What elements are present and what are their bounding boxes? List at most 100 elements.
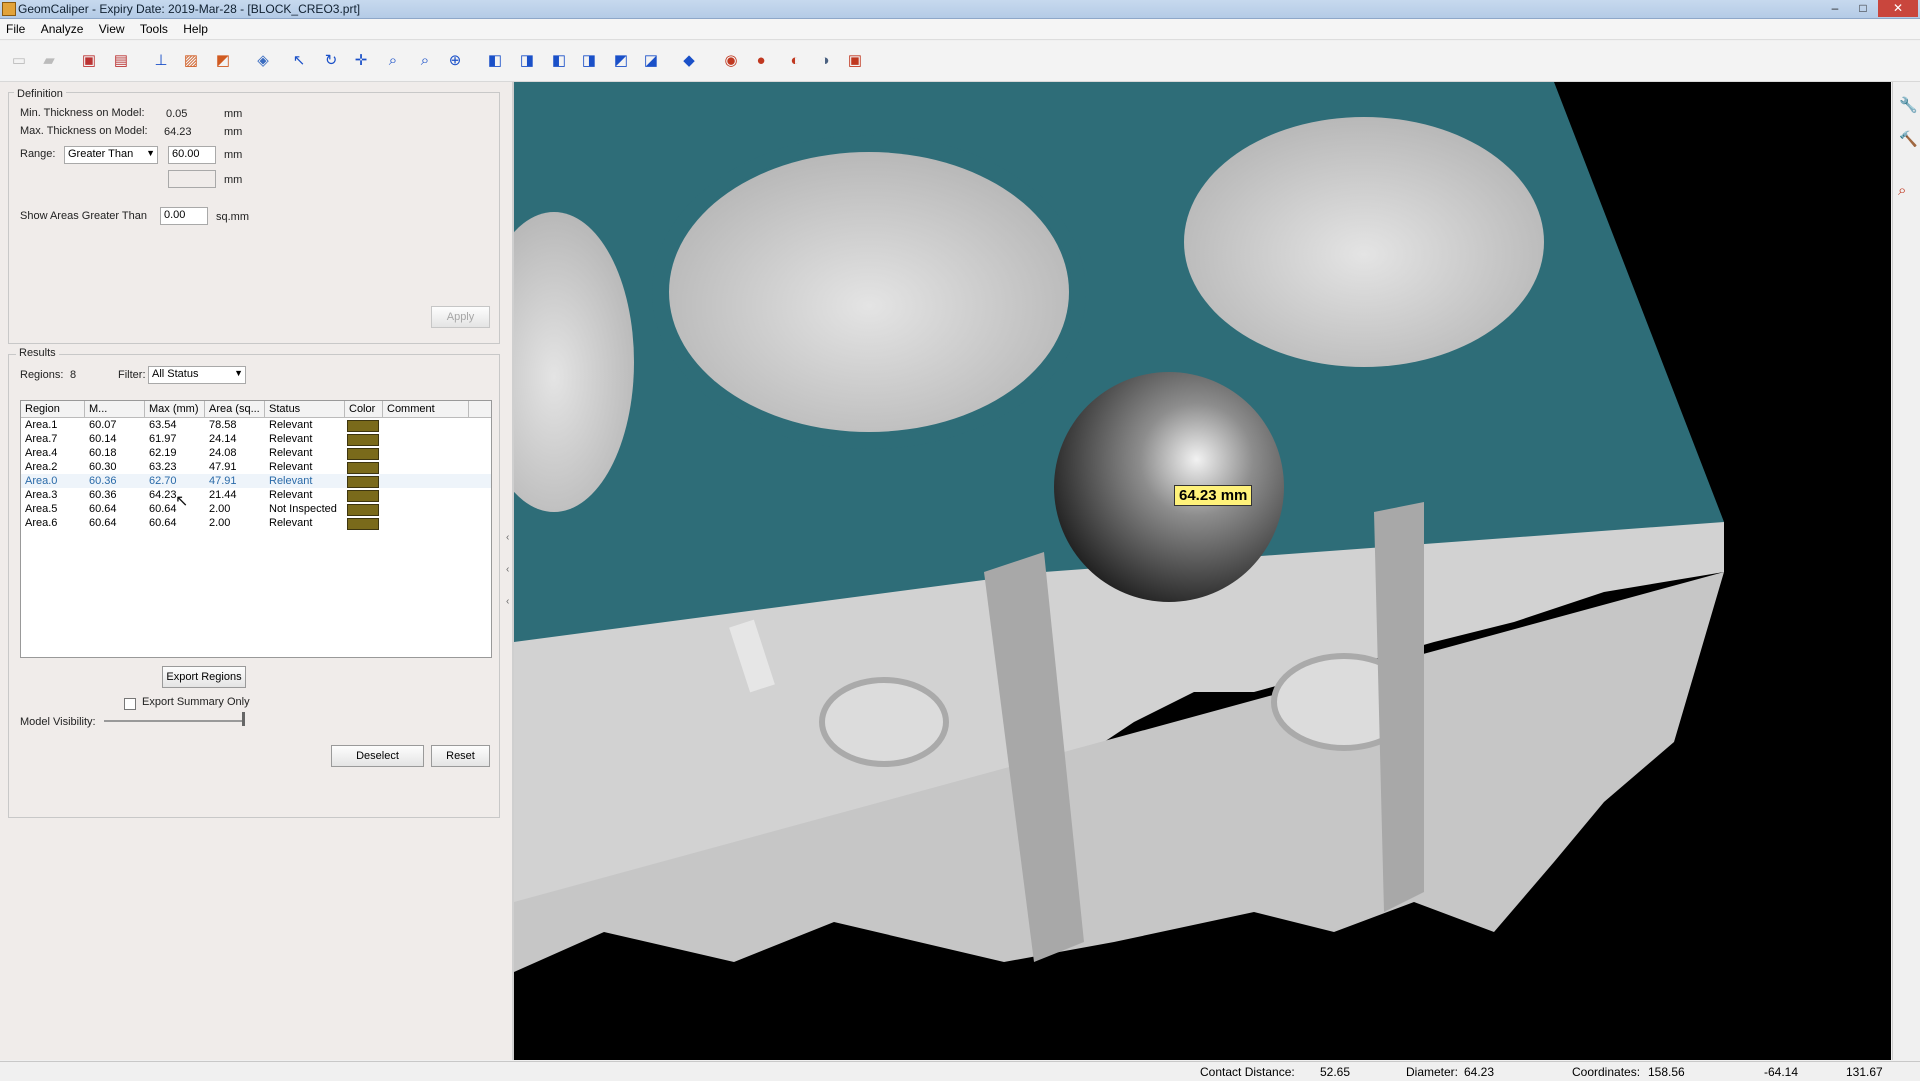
cell-status: Relevant [269,489,313,501]
probe-icon[interactable]: ◐ [784,50,806,72]
model-visibility-slider-handle[interactable] [242,712,245,726]
cell-min: 60.36 [89,489,117,501]
measure-icon[interactable]: ◑ [814,50,836,72]
definition-label: Definition [14,88,66,100]
hatch-icon[interactable]: ▨ [180,50,202,72]
new-icon[interactable]: ▭ [8,50,30,72]
open-icon[interactable]: ▰ [38,50,60,72]
shade-icon[interactable]: ◉ [720,50,742,72]
cell-region: Area.6 [25,517,58,529]
min-thickness-unit: mm [224,108,243,120]
show-areas-unit: sq.mm [216,211,249,223]
inspect-icon[interactable]: ⌕ [1898,182,1906,199]
table-row-hovered[interactable]: Area.0 60.36 62.70 47.91 Relevant [21,474,491,488]
col-max[interactable]: Max (mm) [145,401,205,417]
cell-max: 63.54 [149,419,177,431]
rotate-icon[interactable]: ↻ [320,50,342,72]
window-title: GeomCaliper - Expiry Date: 2019-Mar-28 -… [18,2,361,16]
close-button[interactable]: ✕ [1878,0,1918,17]
cell-max: 61.97 [149,433,177,445]
sphere-icon[interactable]: ● [750,50,772,72]
view-iso-icon[interactable]: ◆ [678,50,700,72]
model-visibility-slider[interactable] [104,720,244,722]
color-swatch [347,434,379,446]
range-select[interactable]: Greater Than ▼ [64,146,158,164]
export-regions-button[interactable]: Export Regions [162,666,246,688]
pan-icon[interactable]: ✛ [350,50,372,72]
cell-region: Area.7 [25,433,58,445]
sweep-icon[interactable]: ◩ [212,50,234,72]
maximize-button[interactable]: □ [1850,0,1876,17]
cell-region: Area.3 [25,489,58,501]
deselect-button[interactable]: Deselect [331,745,424,767]
save-as-icon[interactable]: ▤ [110,50,132,72]
zoom-fit-icon[interactable]: ⌕ [414,50,436,72]
range-label: Range: [20,148,56,160]
table-row[interactable]: Area.1 60.07 63.54 78.58 Relevant [21,418,491,432]
cell-max: 62.19 [149,447,177,459]
cell-min: 60.14 [89,433,117,445]
settings-icon[interactable]: ▣ [844,50,866,72]
chevron-down-icon: ▼ [234,368,243,378]
cell-region: Area.0 [25,475,58,487]
menu-file[interactable]: File [0,19,31,36]
range-value-input[interactable]: 60.00 [168,146,216,164]
menu-tools[interactable]: Tools [134,19,174,36]
part-icon[interactable]: ◈ [252,50,274,72]
select-icon[interactable]: ↖ [288,50,310,72]
table-row[interactable]: Area.3 60.36 64.23 21.44 Relevant [21,488,491,502]
export-summary-checkbox[interactable] [124,698,136,710]
zoom-window-icon[interactable]: ⌕ [382,50,404,72]
menu-analyze[interactable]: Analyze [35,19,90,36]
col-status[interactable]: Status [265,401,345,417]
col-area[interactable]: Area (sq... [205,401,265,417]
apply-button[interactable]: Apply [431,306,490,328]
table-row[interactable]: Area.6 60.64 60.64 2.00 Relevant [21,516,491,530]
col-comment[interactable]: Comment [383,401,469,417]
3d-viewport[interactable]: 64.23 mm [514,82,1891,1060]
view-left-icon[interactable]: ◧ [548,50,570,72]
table-row[interactable]: Area.2 60.30 63.23 47.91 Relevant [21,460,491,474]
model-hole-1 [819,677,949,767]
cell-min: 60.36 [89,475,117,487]
view-front-icon[interactable]: ◧ [484,50,506,72]
wrench-icon[interactable]: 🔧 [1899,96,1918,114]
right-dock: 🔧 🔨 ⌕ [1892,82,1920,1060]
zoom-icon[interactable]: ⊕ [444,50,466,72]
table-row[interactable]: Area.7 60.14 61.97 24.14 Relevant [21,432,491,446]
panel-splitter-handle[interactable]: ‹ ‹ ‹ [506,522,509,618]
reset-button[interactable]: Reset [431,745,490,767]
view-bottom-icon[interactable]: ◪ [640,50,662,72]
max-thickness-label: Max. Thickness on Model: [20,125,148,137]
color-swatch [347,518,379,530]
results-label: Results [16,347,59,359]
show-areas-input[interactable]: 0.00 [160,207,208,225]
menu-help[interactable]: Help [177,19,214,36]
cell-status: Not Inspected [269,503,337,515]
results-table: Region M... Max (mm) Area (sq... Status … [20,400,492,658]
col-color[interactable]: Color [345,401,383,417]
table-row[interactable]: Area.4 60.18 62.19 24.08 Relevant [21,446,491,460]
menu-view[interactable]: View [93,19,131,36]
hammer-icon[interactable]: 🔨 [1899,130,1918,148]
col-min[interactable]: M... [85,401,145,417]
cell-region: Area.5 [25,503,58,515]
view-top-icon[interactable]: ◩ [610,50,632,72]
filter-select[interactable]: All Status ▼ [148,366,246,384]
cell-max: 63.23 [149,461,177,473]
thickness-icon[interactable]: ⊥ [150,50,172,72]
col-region[interactable]: Region [21,401,85,417]
contact-distance-value: 52.65 [1320,1065,1351,1079]
cell-area: 21.44 [209,489,237,501]
range-unit2: mm [224,174,243,186]
save-icon[interactable]: ▣ [78,50,100,72]
view-right-icon[interactable]: ◨ [578,50,600,72]
range-value2-input[interactable] [168,170,216,188]
app-icon [2,2,16,16]
minimize-button[interactable]: – [1822,0,1848,17]
coordinate-x: 158.56 [1648,1065,1685,1079]
view-back-icon[interactable]: ◨ [516,50,538,72]
range-unit: mm [224,149,243,161]
cell-status: Relevant [269,461,313,473]
table-row[interactable]: Area.5 60.64 60.64 2.00 Not Inspected [21,502,491,516]
